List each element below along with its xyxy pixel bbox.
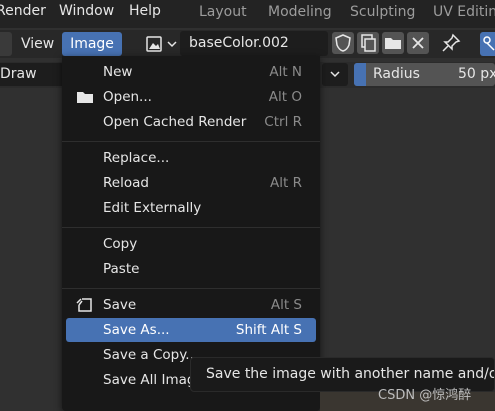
new-image-button[interactable] [357,32,379,54]
menu-separator [62,227,320,228]
menu-item-label: Open... [103,89,152,105]
radius-label: Radius [373,66,420,82]
menu-item-open[interactable]: Open... Alt O [66,85,316,109]
mode-dropdown[interactable]: Draw [0,63,62,86]
menu-item-label: Reload [103,175,149,191]
menu-item-paste[interactable]: Paste [66,257,316,281]
menu-render[interactable]: Render [0,0,46,24]
menu-item-replace[interactable]: Replace... [66,146,316,170]
menu-item-shortcut: Ctrl R [264,114,302,130]
menu-item-label: Save a Copy... [103,347,199,363]
workspace-tab-uv-editing[interactable]: UV Editing [433,0,495,26]
menu-item-open-cached-render[interactable]: Open Cached Render Ctrl R [66,110,316,134]
image-icon [146,36,177,52]
menu-item-shortcut: Alt O [268,89,302,105]
menu-image[interactable]: Image [62,32,122,56]
fake-user-button[interactable] [332,32,354,54]
menu-item-save[interactable]: Save Alt S [66,293,316,317]
menu-item-label: Paste [103,261,140,277]
menu-item-label: Save As... [103,322,170,338]
menu-item-shortcut: Alt R [270,175,302,191]
menu-item-reload[interactable]: Reload Alt R [66,171,316,195]
menu-item-shortcut: Shift Alt S [235,322,302,338]
workspace-tab-sculpting[interactable]: Sculpting [350,0,415,26]
editor-type-button[interactable] [0,32,12,56]
menu-separator [62,141,320,142]
menu-item-label: Replace... [103,150,170,166]
menu-separator [62,288,320,289]
menu-item-label: Open Cached Render [103,114,247,130]
menu-item-new[interactable]: New Alt N [66,60,316,84]
menu-help[interactable]: Help [129,0,161,24]
pin-icon [442,33,461,52]
pin-button[interactable] [440,32,462,54]
menu-view[interactable]: View [21,32,54,56]
menu-item-shortcut: Alt N [269,64,302,80]
menu-item-label: Copy [103,236,138,252]
menu-item-label: Edit Externally [103,200,202,216]
folder-icon [385,38,401,49]
brush-dropdown[interactable] [322,63,348,86]
menu-item-label: Save [103,297,137,313]
image-name-field[interactable]: baseColor.002 [180,31,328,56]
shield-icon [335,34,351,52]
image-browse-button[interactable] [144,32,180,56]
scissors-icon [483,36,495,51]
folder-icon [77,92,93,103]
close-icon [412,37,424,49]
save-icon [76,298,92,312]
unlink-button[interactable] [407,32,429,54]
menu-item-save-as[interactable]: Save As... Shift Alt S [66,318,316,342]
watermark: CSDN @惊鸿醉 [378,388,472,403]
open-image-button[interactable] [382,32,404,54]
menu-item-copy[interactable]: Copy [66,232,316,256]
workspace-tab-modeling[interactable]: Modeling [268,0,332,26]
menu-window[interactable]: Window [59,0,114,24]
menu-item-shortcut: Alt S [270,297,302,313]
radius-slider-fill [354,63,366,86]
workspace-tab-layout[interactable]: Layout [199,0,247,26]
menu-item-label: New [103,64,133,80]
chevron-down-icon [330,71,340,78]
gizmo-toggle-button[interactable] [480,32,495,56]
radius-value: 50 px [458,66,495,82]
menu-item-edit-externally[interactable]: Edit Externally [66,196,316,220]
duplicate-icon [361,34,376,52]
